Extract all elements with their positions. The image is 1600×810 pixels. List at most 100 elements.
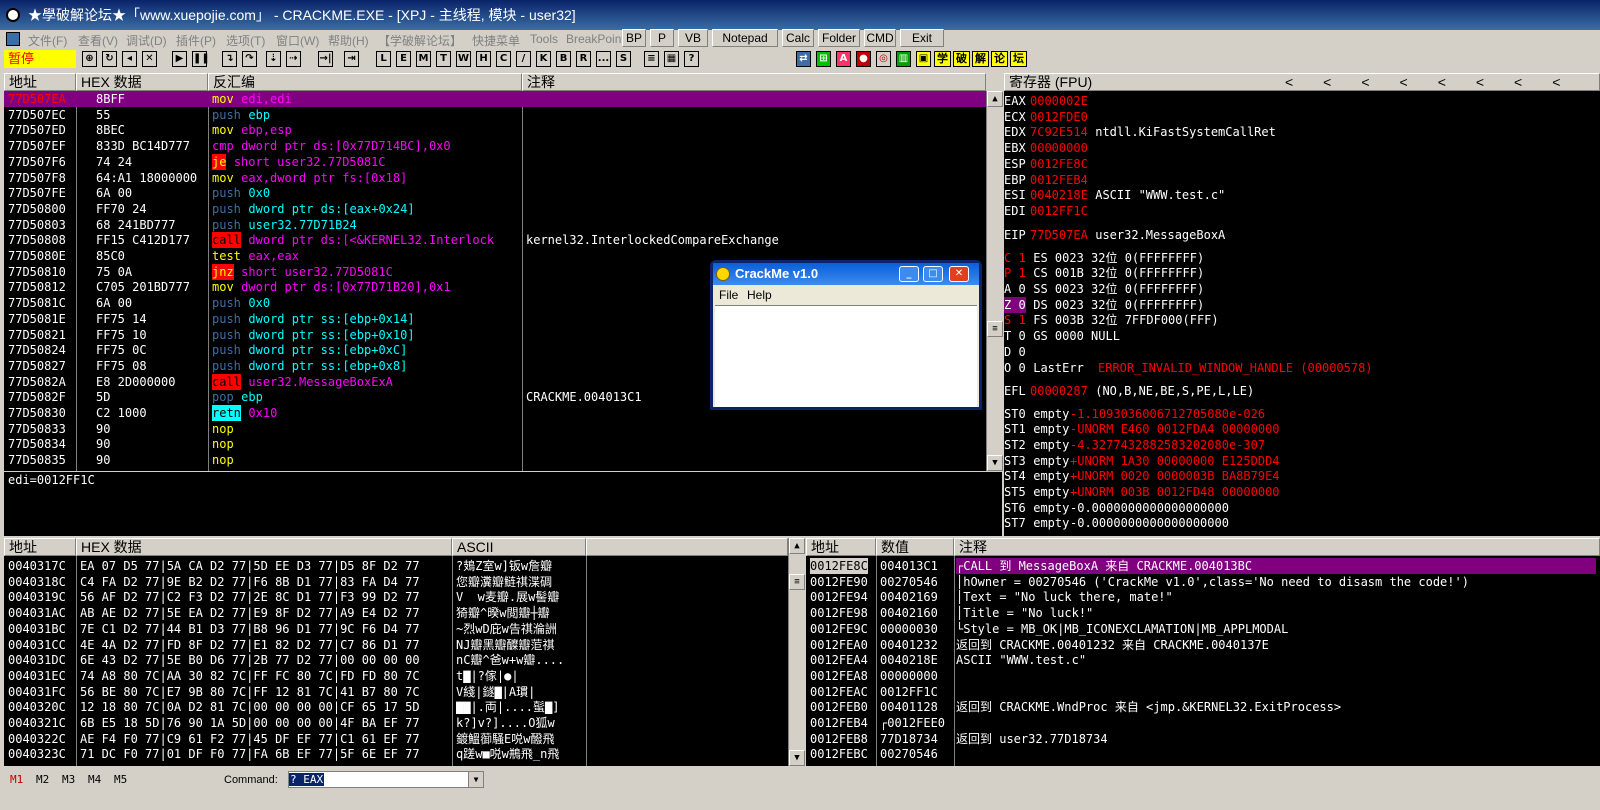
- disasm-row[interactable]: 77D50803 68 241BD777 push user32.77D71B24: [4, 217, 986, 233]
- stack-row[interactable]: 0012FEB8 77D18734 返回到 user32.77D18734: [806, 731, 1600, 747]
- cmd-button[interactable]: CMD: [864, 29, 896, 47]
- cpu-scrollbar[interactable]: ▲ ≡ ▼: [986, 91, 1003, 471]
- tab-m4[interactable]: M4: [88, 773, 101, 786]
- stack-row[interactable]: 0012FE98 00402160 │Title = "No luck!": [806, 605, 1600, 621]
- dump-row[interactable]: 0040319C 56 AF D2 77|C2 F3 D2 77|2E 8C D1…: [4, 589, 788, 605]
- close-window-icon[interactable]: ✕: [949, 266, 969, 282]
- breakpoints-icon[interactable]: B: [556, 51, 571, 67]
- disasm-row[interactable]: 77D507EC 55 push ebp: [4, 107, 986, 123]
- menu-debug[interactable]: 调试(D): [126, 32, 167, 49]
- references-icon[interactable]: R: [576, 51, 591, 67]
- disasm-row[interactable]: 77D507EF 833D BC14D777 cmp dword ptr ds:[0…: [4, 138, 986, 154]
- stack-row[interactable]: 0012FEB0 00401128 返回到 CRACKME.WndProc 来自 <…: [806, 699, 1600, 715]
- stack-val-header[interactable]: 数值: [876, 538, 954, 556]
- tan-button[interactable]: 坛: [1010, 51, 1027, 67]
- menu-plugins[interactable]: 插件(P): [176, 32, 216, 49]
- menu-options[interactable]: 选项(T): [226, 32, 265, 49]
- scroll-up-icon[interactable]: ▲: [987, 91, 1003, 107]
- cpu-hex-header[interactable]: HEX 数据: [76, 73, 208, 91]
- notepad-button[interactable]: Notepad: [712, 29, 778, 47]
- dump-row[interactable]: 0040317C EA 07 D5 77|5A CA D2 77|5D EE D3…: [4, 558, 788, 574]
- menu-window[interactable]: 窗口(W): [276, 32, 319, 49]
- dump-row[interactable]: 0040318C C4 FA D2 77|9E B2 D2 77|F6 8B D1…: [4, 574, 788, 590]
- stack-row[interactable]: 0012FEA4 0040218E ASCII "WWW.test.c": [806, 652, 1600, 668]
- pause-icon[interactable]: ❚❚: [192, 51, 210, 67]
- stack-addr-header[interactable]: 地址: [806, 538, 876, 556]
- tab-m5[interactable]: M5: [114, 773, 127, 786]
- trace-into-icon[interactable]: ⇣: [266, 51, 281, 67]
- dump-row[interactable]: 004031DC 6E 43 D2 77|5E B0 D6 77|2B 77 D2…: [4, 652, 788, 668]
- stack-row[interactable]: 0012FEB4 ┌0012FEE0: [806, 715, 1600, 731]
- trace-over-icon[interactable]: ⇢: [286, 51, 301, 67]
- cpu-addr-header[interactable]: 地址: [4, 73, 76, 91]
- folder-button[interactable]: Folder: [818, 29, 860, 47]
- disasm-row[interactable]: 77D50834 90 nop: [4, 436, 986, 452]
- cpu-disasm-header[interactable]: 反汇编: [208, 73, 522, 91]
- modules-icon[interactable]: E: [396, 51, 411, 67]
- cpu-comment-header[interactable]: 注释: [522, 73, 986, 91]
- step-into-icon[interactable]: ↴: [222, 51, 237, 67]
- crackme-titlebar[interactable]: CrackMe v1.0 _ □ ✕: [713, 263, 979, 285]
- list-icon[interactable]: ≡: [644, 51, 659, 67]
- dump-row[interactable]: 004031EC 74 A8 80 7C|AA 30 82 7C|FF FC 80…: [4, 668, 788, 684]
- menu-file[interactable]: 文件(F): [28, 32, 67, 49]
- dump-hex-header[interactable]: HEX 数据: [76, 538, 452, 556]
- crackme-menu-file[interactable]: File: [719, 288, 738, 302]
- disasm-row[interactable]: 77D50808 FF15 C412D177 call dword ptr ds:[…: [4, 232, 986, 249]
- crackme-window[interactable]: CrackMe v1.0 _ □ ✕ File Help: [710, 260, 982, 410]
- disasm-row[interactable]: 77D507FE 6A 00 push 0x0: [4, 185, 986, 201]
- dump-row[interactable]: 0040323C 71 DC F0 77|01 DF F0 77|FA 6B EF…: [4, 746, 788, 762]
- scroll-thumb[interactable]: ≡: [987, 321, 1003, 337]
- disasm-row[interactable]: 77D50800 FF70 24 push dword ptr ds:[eax+0x…: [4, 201, 986, 217]
- registers-panel[interactable]: EAX 0000002E ECX 0012FDE0 EDX 7C92E514 ntdll.…: [1004, 91, 1600, 536]
- tab-m2[interactable]: M2: [36, 773, 49, 786]
- stack-row[interactable]: 0012FE8C 004013C1 ┌CALL 到 MessageBoxA 来自 C…: [806, 558, 1600, 574]
- close-icon[interactable]: ✕: [142, 51, 157, 67]
- dump-row[interactable]: 004031CC 4E 4A D2 77|FD 8F D2 77|E1 82 D2…: [4, 637, 788, 653]
- minimize-icon[interactable]: _: [899, 266, 919, 282]
- dump-panel[interactable]: 0040317C EA 07 D5 77|5A CA D2 77|5D EE D3…: [4, 556, 788, 766]
- run-icon[interactable]: ▶: [172, 51, 187, 67]
- app-menu-icon[interactable]: [6, 32, 20, 46]
- scroll-thumb[interactable]: ≡: [789, 574, 805, 590]
- scroll-down-icon[interactable]: ▼: [987, 455, 1003, 471]
- vb-button[interactable]: VB: [678, 29, 708, 47]
- menu-help[interactable]: 帮助(H): [328, 32, 369, 49]
- maximize-icon[interactable]: □: [923, 266, 943, 282]
- p-button[interactable]: P: [650, 29, 674, 47]
- cpu-icon[interactable]: C: [496, 51, 511, 67]
- source-icon[interactable]: S: [616, 51, 631, 67]
- dump-row[interactable]: 004031FC 56 BE 80 7C|E7 9B 80 7C|FF 12 81…: [4, 684, 788, 700]
- register-nav-arrows[interactable]: <<<<<<<<: [1285, 74, 1590, 90]
- patches-icon[interactable]: /: [516, 51, 531, 67]
- rewind-icon[interactable]: ◂: [122, 51, 137, 67]
- dump-row[interactable]: 0040322C AE F4 F0 77|C9 61 F2 77|45 DF EF…: [4, 731, 788, 747]
- plugin-icon[interactable]: ⊞: [816, 51, 831, 67]
- threads-icon[interactable]: T: [436, 51, 451, 67]
- exit-button[interactable]: Exit: [900, 29, 944, 47]
- stack-comment-header[interactable]: 注释: [954, 538, 1600, 556]
- a-icon[interactable]: A: [836, 51, 851, 67]
- stack-row[interactable]: 0012FEA0 00401232 返回到 CRACKME.00401232 来自 …: [806, 637, 1600, 653]
- call-stack-icon[interactable]: K: [536, 51, 551, 67]
- jie-button[interactable]: 解: [972, 51, 989, 67]
- grid-icon[interactable]: ▦: [664, 51, 679, 67]
- stack-row[interactable]: 0012FE9C 00000030 └Style = MB_OK|MB_ICONEX…: [806, 621, 1600, 637]
- chevron-down-icon[interactable]: ▼: [468, 772, 483, 787]
- stack-row[interactable]: 0012FEBC 00270546: [806, 746, 1600, 762]
- menu-shortcuts[interactable]: 快捷菜单: [472, 32, 520, 49]
- lun-button[interactable]: 论: [991, 51, 1008, 67]
- dump-scrollbar[interactable]: ▲ ≡ ▼: [788, 538, 805, 766]
- dump-addr-header[interactable]: 地址: [4, 538, 76, 556]
- tab-m3[interactable]: M3: [62, 773, 75, 786]
- crackme-client-area[interactable]: [715, 305, 977, 407]
- calc-button[interactable]: Calc: [782, 29, 814, 47]
- run-trace-icon[interactable]: ...: [596, 51, 611, 67]
- chart-icon[interactable]: ▥: [896, 51, 911, 67]
- handles-icon[interactable]: H: [476, 51, 491, 67]
- window-titlebar[interactable]: ★學破解论坛★「www.xuepojie.com」 - CRACKME.EXE …: [0, 0, 1600, 30]
- log-window-icon[interactable]: L: [376, 51, 391, 67]
- dump-ascii-header[interactable]: ASCII: [452, 538, 586, 556]
- dump-row[interactable]: 004031AC AB AE D2 77|5E EA D2 77|E9 8F D2…: [4, 605, 788, 621]
- dump-row[interactable]: 0040320C 12 18 80 7C|0A D2 81 7C|00 00 00…: [4, 699, 788, 715]
